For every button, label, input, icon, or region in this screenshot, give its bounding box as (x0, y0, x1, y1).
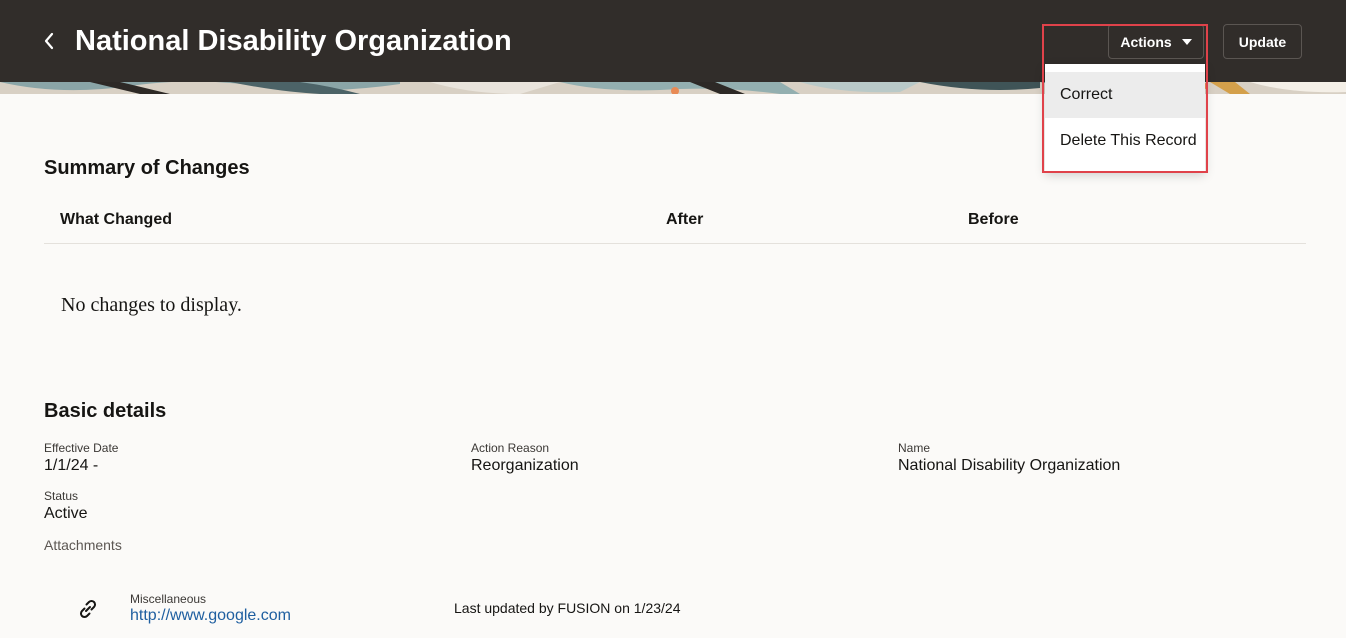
effective-date-label: Effective Date (44, 441, 119, 455)
menu-item-delete-record[interactable]: Delete This Record (1045, 118, 1205, 164)
attachment-link[interactable]: http://www.google.com (130, 607, 291, 625)
actions-button[interactable]: Actions (1108, 24, 1204, 59)
chevron-left-icon (44, 32, 54, 50)
empty-message: No changes to display. (61, 294, 242, 316)
menu-item-correct[interactable]: Correct (1045, 72, 1205, 118)
action-reason-label: Action Reason (471, 441, 550, 455)
name-value: National Disability Organization (898, 457, 1121, 474)
back-button[interactable] (36, 24, 62, 58)
basic-details-title: Basic details (44, 400, 167, 422)
column-header-what-changed: What Changed (60, 211, 172, 228)
caret-down-icon (1181, 38, 1192, 45)
action-reason-value: Reorganization (471, 457, 579, 474)
column-header-before: Before (968, 211, 1019, 228)
actions-menu: Correct Delete This Record (1045, 64, 1205, 171)
attachment-category: Miscellaneous (130, 592, 207, 606)
actions-label: Actions (1120, 33, 1172, 50)
status-label: Status (44, 489, 79, 503)
name-label: Name (898, 441, 931, 455)
status-value: Active (44, 505, 88, 522)
effective-date-value: 1/1/24 - (44, 457, 99, 474)
last-updated-text: Last updated by FUSION on 1/23/24 (454, 600, 681, 616)
column-header-after: After (666, 211, 704, 228)
table-divider (44, 243, 1306, 244)
update-button[interactable]: Update (1223, 24, 1302, 59)
link-icon (76, 597, 100, 621)
attachments-label: Attachments (44, 537, 122, 553)
page-title: National Disability Organization (75, 25, 512, 57)
summary-title: Summary of Changes (44, 157, 250, 179)
